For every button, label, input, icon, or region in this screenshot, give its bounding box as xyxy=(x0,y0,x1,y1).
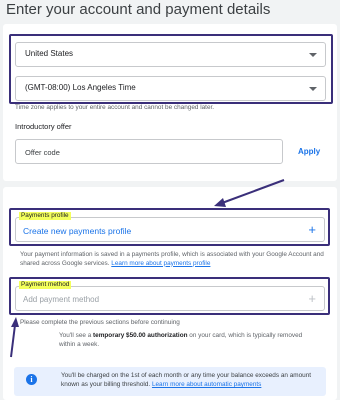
payments-profile-note: Your payment information is saved in a p… xyxy=(20,251,330,268)
plus-icon: + xyxy=(308,222,316,237)
country-select[interactable]: United States xyxy=(15,42,326,67)
add-payment-method-label: Add payment method xyxy=(23,295,100,304)
billing-info-box: i You'll be charged on the 1st of each m… xyxy=(14,367,326,396)
page-title: Enter your account and payment details xyxy=(6,1,271,18)
country-select-value: United States xyxy=(25,49,74,58)
apply-button[interactable]: Apply xyxy=(298,147,320,156)
authorization-prefix: You'll see a xyxy=(59,332,94,339)
timezone-select[interactable]: (GMT-08:00) Los Angeles Time xyxy=(15,76,326,101)
offer-code-input[interactable]: Offer code xyxy=(15,139,283,164)
chevron-down-icon xyxy=(309,53,317,57)
offer-label: Introductory offer xyxy=(15,122,72,131)
chevron-down-icon xyxy=(309,87,317,91)
billing-info-text: You'll be charged on the 1st of each mon… xyxy=(61,371,316,389)
payment-method-note: Please complete the previous sections be… xyxy=(20,319,180,326)
learn-more-payments-profile-link[interactable]: Learn more about payments profile xyxy=(111,260,210,267)
payments-profile-tag: Payments profile xyxy=(19,212,71,220)
info-icon: i xyxy=(26,374,37,385)
plus-icon: + xyxy=(308,291,316,306)
timezone-note: Time zone applies to your entire account… xyxy=(15,104,215,111)
payment-method-tag: Payment method xyxy=(19,281,72,289)
offer-code-placeholder: Offer code xyxy=(25,148,60,157)
timezone-select-value: (GMT-08:00) Los Angeles Time xyxy=(25,83,136,92)
create-payments-profile-label: Create new payments profile xyxy=(23,226,132,236)
authorization-note: You'll see a temporary $50.00 authorizat… xyxy=(59,332,314,349)
payments-profile-box[interactable]: Create new payments profile + xyxy=(15,217,325,242)
learn-more-automatic-payments-link[interactable]: Learn more about automatic payments xyxy=(152,381,261,388)
payment-method-box[interactable]: Add payment method + xyxy=(15,286,325,311)
authorization-amount: temporary $50.00 authorization xyxy=(93,332,188,339)
